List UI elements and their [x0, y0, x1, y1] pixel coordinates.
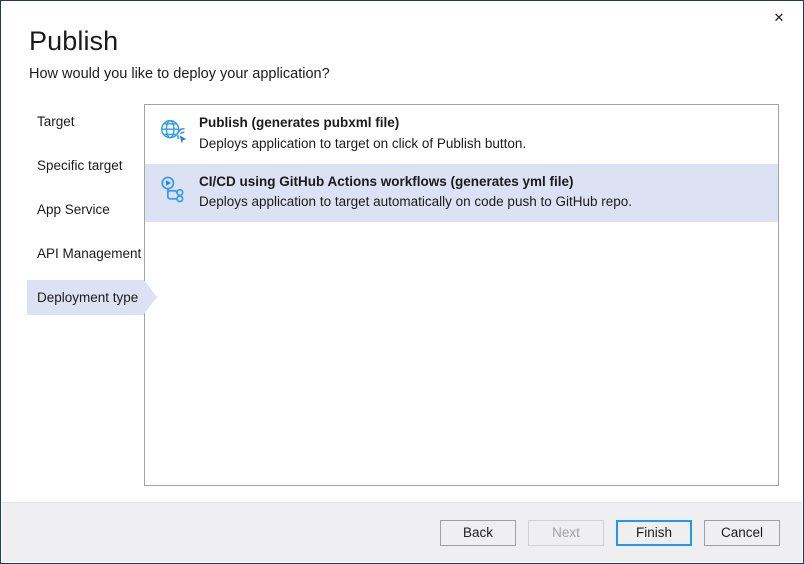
sidebar-item-app-service[interactable]: App Service: [27, 192, 144, 227]
sidebar-item-specific-target[interactable]: Specific target: [27, 148, 144, 183]
next-button: Next: [528, 520, 604, 546]
cicd-pipeline-icon: [157, 175, 189, 207]
option-text: Publish (generates pubxml file) Deploys …: [199, 115, 766, 152]
sidebar-item-label: Specific target: [37, 158, 123, 173]
deployment-type-list: Publish (generates pubxml file) Deploys …: [144, 104, 779, 486]
option-description: Deploys application to target on click o…: [199, 135, 766, 153]
sidebar-item-label: API Management: [37, 246, 141, 261]
dialog-footer: Back Next Finish Cancel: [2, 502, 802, 562]
page-title: Publish: [29, 27, 803, 57]
sidebar-item-label: Target: [37, 114, 75, 129]
finish-button[interactable]: Finish: [616, 520, 692, 546]
title-bar: ✕: [756, 2, 802, 32]
dialog-header: Publish How would you like to deploy you…: [1, 1, 803, 83]
publish-dialog: ✕ Publish How would you like to deploy y…: [0, 0, 804, 564]
option-cicd-github-actions[interactable]: CI/CD using GitHub Actions workflows (ge…: [145, 164, 778, 222]
globe-click-icon: [157, 116, 189, 148]
sidebar-item-target[interactable]: Target: [27, 104, 144, 139]
back-button[interactable]: Back: [440, 520, 516, 546]
sidebar-item-deployment-type[interactable]: Deployment type: [27, 280, 144, 315]
option-description: Deploys application to target automatica…: [199, 193, 766, 211]
dialog-body: Target Specific target App Service API M…: [1, 83, 803, 477]
cancel-button[interactable]: Cancel: [704, 520, 780, 546]
option-publish-pubxml[interactable]: Publish (generates pubxml file) Deploys …: [145, 105, 778, 163]
options-panel-wrap: Publish (generates pubxml file) Deploys …: [144, 104, 803, 477]
page-subtitle: How would you like to deploy your applic…: [29, 66, 803, 83]
sidebar-item-api-management[interactable]: API Management: [27, 236, 144, 271]
sidebar-item-label: App Service: [37, 202, 110, 217]
option-title: Publish (generates pubxml file): [199, 115, 766, 132]
sidebar-item-label: Deployment type: [37, 290, 138, 305]
sidebar-selection-arrow-icon: [144, 280, 157, 314]
option-title: CI/CD using GitHub Actions workflows (ge…: [199, 174, 766, 191]
close-icon[interactable]: ✕: [756, 2, 802, 32]
option-text: CI/CD using GitHub Actions workflows (ge…: [199, 174, 766, 211]
wizard-sidebar: Target Specific target App Service API M…: [1, 104, 144, 477]
